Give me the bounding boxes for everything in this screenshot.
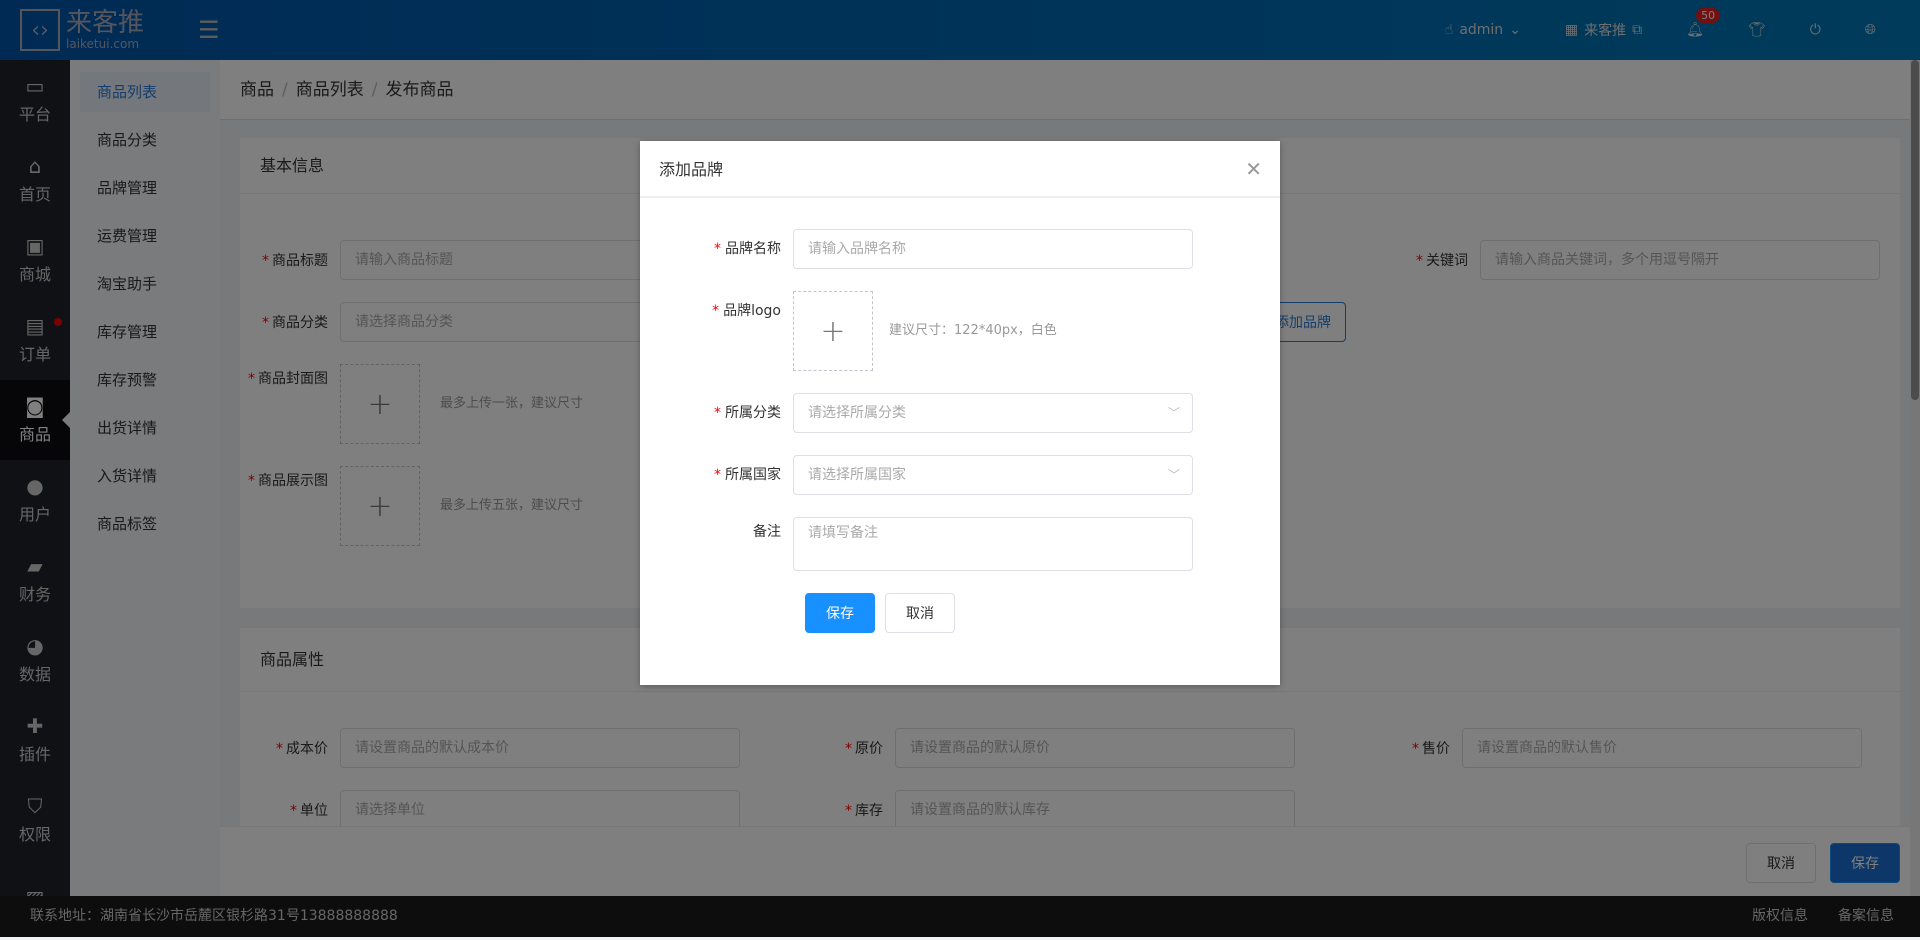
logo-hint: 建议尺寸：122*40px，白色 bbox=[889, 323, 1057, 338]
field-label: 所属分类 bbox=[725, 405, 781, 421]
dialog-save-button[interactable]: 保存 bbox=[805, 593, 875, 633]
remark-textarea[interactable]: 请填写备注 bbox=[793, 517, 1193, 571]
brand-category-select[interactable]: 请选择所属分类 ﹀ bbox=[793, 393, 1193, 433]
field-label: 品牌名称 bbox=[725, 241, 781, 257]
brand-name-input[interactable]: 请输入品牌名称 bbox=[793, 229, 1193, 269]
field-label: 品牌logo bbox=[723, 303, 781, 319]
select-placeholder: 请选择所属分类 bbox=[808, 405, 906, 421]
brand-logo-upload[interactable]: + bbox=[793, 291, 873, 371]
add-brand-dialog: 添加品牌 ✕ * 品牌名称 请输入品牌名称 * 品牌logo + 建议尺寸：122*40px… bbox=[640, 141, 1280, 685]
dialog-title: 添加品牌 bbox=[659, 160, 724, 179]
chevron-down-icon: ﹀ bbox=[1167, 468, 1180, 482]
plus-icon: + bbox=[820, 313, 846, 349]
field-label: 备注 bbox=[753, 524, 781, 540]
brand-country-select[interactable]: 请选择所属国家 ﹀ bbox=[793, 455, 1193, 495]
chevron-down-icon: ﹀ bbox=[1167, 406, 1180, 420]
field-label: 所属国家 bbox=[725, 467, 781, 483]
dialog-cancel-button[interactable]: 取消 bbox=[885, 593, 955, 633]
select-placeholder: 请选择所属国家 bbox=[808, 467, 906, 483]
close-icon[interactable]: ✕ bbox=[1245, 141, 1262, 198]
